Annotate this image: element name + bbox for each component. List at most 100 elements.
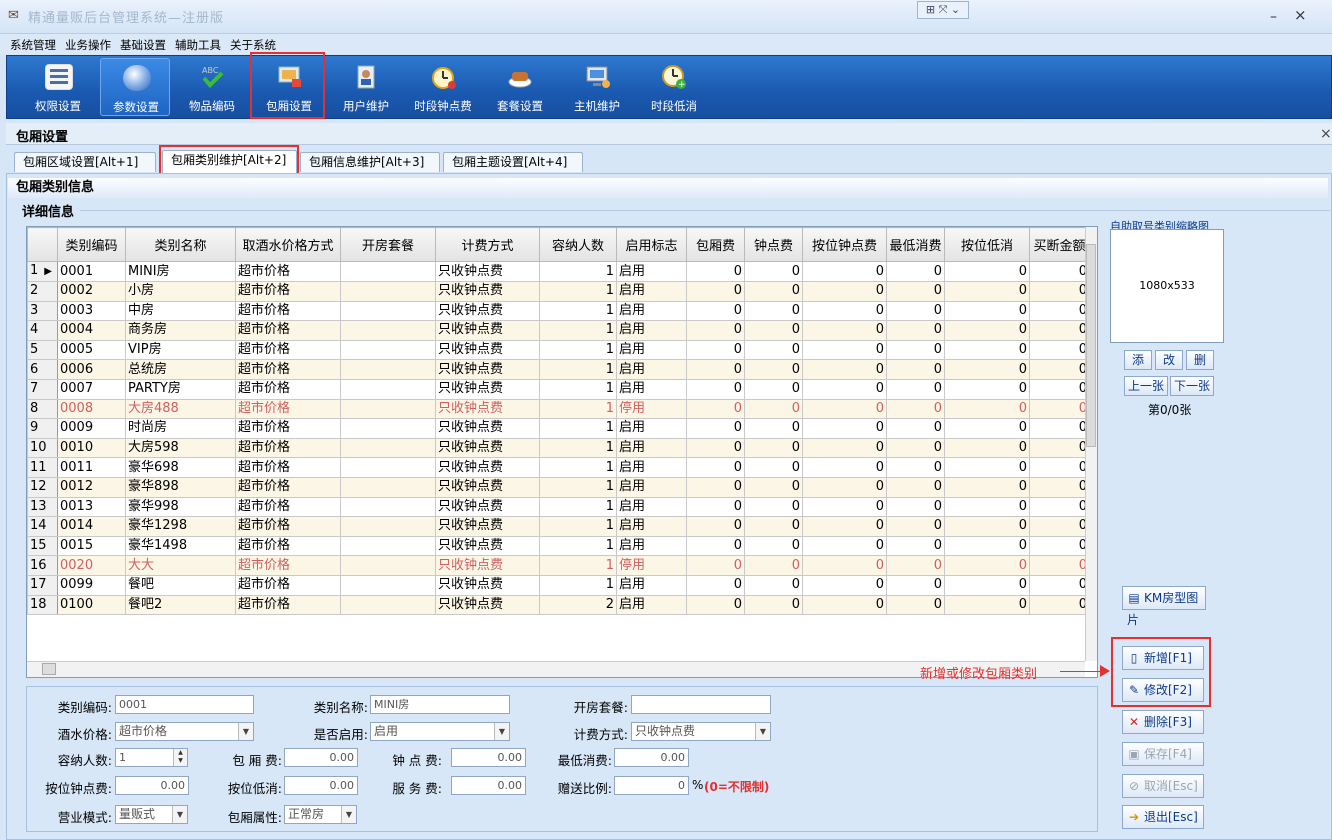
column-header[interactable]: 按位钟点费 [802, 227, 887, 262]
exit-button[interactable]: ➔ 退出[Esc] [1122, 805, 1204, 829]
table-cell[interactable]: 0 [744, 555, 803, 576]
table-cell[interactable]: 0 [744, 496, 803, 518]
table-cell[interactable]: 0 [1029, 516, 1090, 537]
thumb-edit-button[interactable]: 改 [1155, 350, 1183, 370]
min-consume-field[interactable]: 0.00 [614, 748, 689, 767]
table-cell[interactable]: 时尚房 [125, 418, 236, 439]
table-cell[interactable]: 1 [539, 398, 617, 420]
table-cell[interactable]: 0 [744, 594, 803, 616]
table-cell[interactable]: 只收钟点费 [435, 339, 540, 361]
table-cell[interactable]: 0 [686, 496, 745, 518]
table-cell[interactable]: 0 [686, 300, 745, 322]
table-cell[interactable]: 1 [539, 300, 617, 322]
table-cell[interactable]: 0 [744, 437, 803, 459]
table-cell[interactable]: 2 [539, 594, 617, 616]
table-cell[interactable] [340, 378, 436, 400]
table-cell[interactable]: 0 [944, 359, 1030, 380]
table-cell[interactable]: 只收钟点费 [435, 418, 540, 439]
table-cell[interactable]: 0 [802, 339, 887, 361]
table-cell[interactable] [340, 320, 436, 341]
table-cell[interactable]: 启用 [616, 457, 687, 478]
table-cell[interactable] [340, 555, 436, 576]
table-cell[interactable]: 0 [686, 320, 745, 341]
table-row[interactable]: 1 ▶ 0001 MINI房 超市价格 只收钟点费 1 启用 0 0 0 0 0 0 [27, 261, 1090, 282]
table-cell[interactable] [340, 300, 436, 322]
table-cell[interactable]: 0005 [57, 339, 126, 361]
enabled-select[interactable]: 启用 ▼ [370, 722, 510, 741]
table-cell[interactable]: 0 [744, 281, 803, 302]
save-button[interactable]: ▣ 保存[F4] [1122, 742, 1204, 766]
table-cell[interactable]: 0 [744, 457, 803, 478]
table-row[interactable]: 17 0099 餐吧 超市价格 只收钟点费 1 启用 0 0 0 0 0 0 [27, 574, 1090, 596]
row-number[interactable]: 14 [27, 516, 58, 537]
table-cell[interactable]: 超市价格 [235, 594, 341, 616]
table-cell[interactable] [340, 574, 436, 596]
row-number[interactable]: 10 [27, 437, 58, 459]
table-row[interactable]: 8 0008 大房488 超市价格 只收钟点费 1 停用 0 0 0 0 0 0 [27, 398, 1090, 420]
table-cell[interactable]: 1 [539, 418, 617, 439]
table-cell[interactable]: 0 [686, 594, 745, 616]
menu-about[interactable]: 关于系统 [230, 37, 276, 53]
table-cell[interactable]: 0 [802, 300, 887, 322]
table-cell[interactable]: 0 [1029, 594, 1090, 616]
table-cell[interactable]: 启用 [616, 418, 687, 439]
table-cell[interactable]: 1 [539, 320, 617, 341]
table-cell[interactable]: 0 [944, 339, 1030, 361]
table-cell[interactable]: 只收钟点费 [435, 535, 540, 557]
table-cell[interactable]: 1 [539, 555, 617, 576]
column-header[interactable]: 计费方式 [435, 227, 540, 262]
table-cell[interactable]: 0 [944, 398, 1030, 420]
row-number[interactable]: 16 [27, 555, 58, 576]
table-cell[interactable]: 0 [744, 574, 803, 596]
table-cell[interactable]: 0 [744, 320, 803, 341]
table-cell[interactable]: 超市价格 [235, 300, 341, 322]
table-row[interactable]: 9 0009 时尚房 超市价格 只收钟点费 1 启用 0 0 0 0 0 0 [27, 418, 1090, 439]
row-number[interactable]: 4 [27, 320, 58, 341]
table-cell[interactable]: 1 [539, 281, 617, 302]
toolbar-item-code[interactable]: ABC 物品编码 [177, 58, 247, 116]
table-cell[interactable]: 1 [539, 378, 617, 400]
table-cell[interactable]: 0 [1029, 359, 1090, 380]
table-cell[interactable]: 0 [886, 300, 945, 322]
table-cell[interactable]: 0 [886, 281, 945, 302]
table-cell[interactable]: 0014 [57, 516, 126, 537]
mode-select[interactable]: 量贩式 ▼ [115, 805, 188, 824]
row-number[interactable]: 13 [27, 496, 58, 518]
table-cell[interactable] [340, 535, 436, 557]
table-cell[interactable] [340, 496, 436, 518]
package-field[interactable] [631, 695, 771, 714]
table-cell[interactable]: 0 [944, 418, 1030, 439]
table-cell[interactable]: 0 [686, 261, 745, 282]
table-row[interactable]: 18 0100 餐吧2 超市价格 只收钟点费 2 启用 0 0 0 0 0 0 [27, 594, 1090, 616]
tab-area-settings[interactable]: 包厢区域设置[Alt+1] [14, 152, 156, 172]
gift-ratio-field[interactable]: 0 [614, 776, 689, 795]
table-cell[interactable]: 0 [744, 476, 803, 498]
table-cell[interactable]: 0 [802, 594, 887, 616]
table-cell[interactable]: 0 [1029, 339, 1090, 361]
row-number[interactable]: 18 [27, 594, 58, 616]
table-cell[interactable]: 0 [802, 535, 887, 557]
table-cell[interactable]: 启用 [616, 535, 687, 557]
table-cell[interactable]: 超市价格 [235, 261, 341, 282]
column-header[interactable]: 钟点费 [744, 227, 803, 262]
code-field[interactable]: 0001 [115, 695, 254, 714]
table-cell[interactable]: 中房 [125, 300, 236, 322]
table-cell[interactable]: 0 [1029, 261, 1090, 282]
table-cell[interactable]: 0001 [57, 261, 126, 282]
table-cell[interactable]: 0 [686, 378, 745, 400]
service-fee-field[interactable]: 0.00 [451, 776, 526, 795]
table-cell[interactable]: 0 [686, 555, 745, 576]
table-cell[interactable]: 大房598 [125, 437, 236, 459]
table-cell[interactable]: 停用 [616, 555, 687, 576]
table-cell[interactable]: 0 [744, 398, 803, 420]
row-number[interactable]: 3 [27, 300, 58, 322]
table-cell[interactable]: 启用 [616, 574, 687, 596]
table-cell[interactable]: 0 [1029, 496, 1090, 518]
table-cell[interactable]: 餐吧2 [125, 594, 236, 616]
table-cell[interactable]: 0099 [57, 574, 126, 596]
table-cell[interactable]: 0 [802, 437, 887, 459]
toolbar-min-consumption[interactable]: + 时段低消 [639, 58, 709, 116]
table-cell[interactable]: 0 [886, 359, 945, 380]
toolbar-package[interactable]: 套餐设置 [485, 58, 555, 116]
table-cell[interactable]: 0010 [57, 437, 126, 459]
